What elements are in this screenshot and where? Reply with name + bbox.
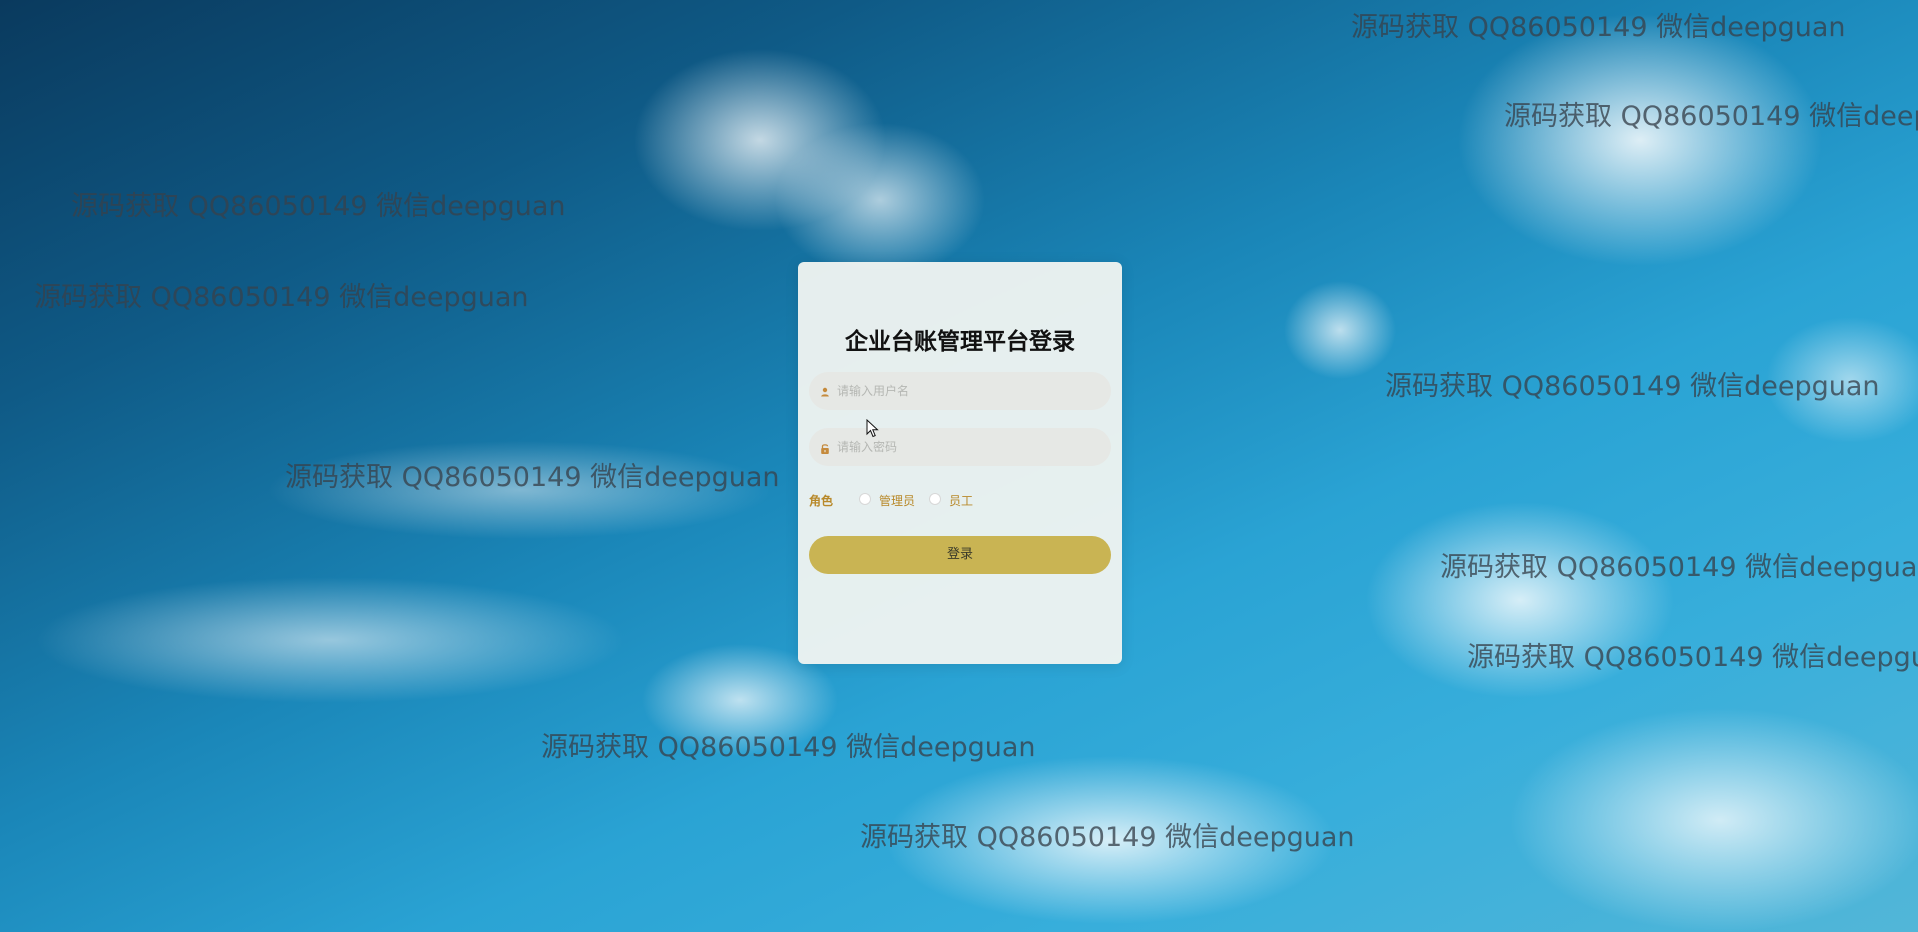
watermark-text: 源码获取 QQ86050149 微信deepguan <box>71 191 566 222</box>
watermark-text: 源码获取 QQ86050149 微信deepguan <box>1440 552 1918 583</box>
role-label: 角色 <box>809 494 834 508</box>
role-option-employee-label[interactable]: 员工 <box>949 492 973 509</box>
role-radio-employee[interactable] <box>929 493 941 505</box>
watermark-text: 源码获取 QQ86050149 微信deepguan <box>541 732 1036 763</box>
role-selector: 角色 管理员 员工 <box>809 492 1111 508</box>
username-field[interactable] <box>809 372 1111 410</box>
login-title: 企业台账管理平台登录 <box>845 329 1075 355</box>
user-icon <box>819 384 831 397</box>
login-card: 企业台账管理平台登录 角色 管理员 <box>798 262 1122 664</box>
watermark-text: 源码获取 QQ86050149 微信deepguan <box>34 282 529 313</box>
lock-icon <box>819 440 831 454</box>
username-input[interactable] <box>837 372 1099 410</box>
watermark-text: 源码获取 QQ86050149 微信deepguan <box>1351 12 1846 43</box>
watermark-text: 源码获取 QQ86050149 微信deepguan <box>860 822 1355 853</box>
login-page-background: 源码获取 QQ86050149 微信deepguan 源码获取 QQ860501… <box>0 0 1918 932</box>
role-option-admin-label[interactable]: 管理员 <box>879 492 915 509</box>
mouse-cursor-icon <box>866 418 880 439</box>
watermark-text: 源码获取 QQ86050149 微信deepguan <box>1385 371 1880 402</box>
login-button[interactable]: 登录 <box>809 536 1111 574</box>
password-field[interactable] <box>809 428 1111 466</box>
watermark-text: 源码获取 QQ86050149 微信deepguan <box>285 462 780 493</box>
watermark-text: 源码获取 QQ86050149 微信deepguan <box>1504 101 1918 132</box>
role-radio-admin[interactable] <box>859 493 871 505</box>
watermark-text: 源码获取 QQ86050149 微信deepguan <box>1467 642 1918 673</box>
